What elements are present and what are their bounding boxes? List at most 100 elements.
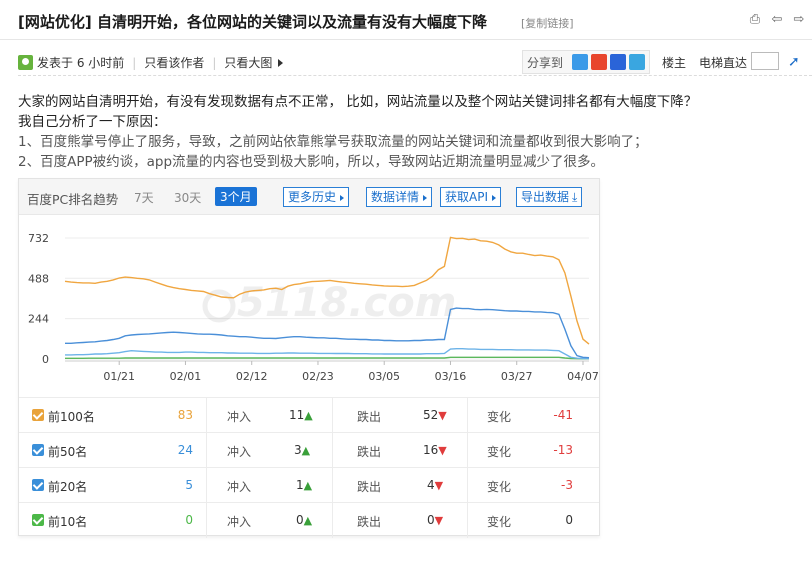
out-value: 16 bbox=[423, 443, 439, 457]
range-3m-tab[interactable]: 3个月 bbox=[215, 187, 257, 206]
y-tick-label: 488 bbox=[28, 272, 49, 285]
x-tick-label: 02/23 bbox=[302, 370, 334, 383]
data-detail-label: 数据详情 bbox=[371, 190, 420, 204]
get-api-button[interactable]: 获取API bbox=[440, 187, 501, 207]
range-30d-tab[interactable]: 30天 bbox=[174, 189, 201, 206]
share-label: 分享到 bbox=[527, 55, 564, 70]
range-7d-tab[interactable]: 7天 bbox=[134, 189, 154, 206]
series-checkbox[interactable] bbox=[32, 444, 44, 456]
in-value: 1 bbox=[296, 478, 304, 492]
export-data-label: 导出数据 bbox=[521, 190, 570, 204]
big-image-link[interactable]: 只看大图 bbox=[224, 54, 272, 71]
out-label: 跌出 bbox=[357, 445, 382, 459]
x-tick-label: 03/05 bbox=[368, 370, 400, 383]
arrow-up-icon: ▲ bbox=[301, 444, 311, 457]
post-category-tag[interactable]: [网站优化] bbox=[18, 13, 92, 31]
post-body: 大家的网站自清明开始，有没有发现数据有点不正常， 比如，网站流量以及整个网站关键… bbox=[18, 92, 798, 172]
arrow-up-icon: ▲ bbox=[303, 514, 313, 527]
x-tick-label: 02/12 bbox=[236, 370, 268, 383]
body-line: 2、百度APP被约谈，app流量的内容也受到极大影响，所以，导致网站近期流量明显… bbox=[18, 154, 605, 170]
only-author-link[interactable]: 只看该作者 bbox=[144, 54, 204, 71]
y-tick-label: 244 bbox=[28, 313, 49, 326]
in-value: 3 bbox=[294, 443, 302, 457]
stat-name: 前100名 bbox=[48, 410, 95, 424]
series-checkbox[interactable] bbox=[32, 514, 44, 526]
stat-name: 前50名 bbox=[48, 445, 88, 459]
x-tick-label: 03/27 bbox=[501, 370, 533, 383]
online-user-icon bbox=[18, 55, 33, 70]
change-value: -13 bbox=[553, 443, 573, 457]
stat-count: 83 bbox=[177, 408, 193, 422]
data-detail-button[interactable]: 数据详情 bbox=[366, 187, 433, 207]
divider: | bbox=[212, 55, 217, 70]
change-value: -41 bbox=[553, 408, 573, 422]
in-value: 11 bbox=[289, 408, 305, 422]
weibo-share-icon[interactable] bbox=[591, 54, 608, 70]
arrow-down-icon: ▼ bbox=[434, 514, 444, 527]
change-label: 变化 bbox=[487, 445, 512, 459]
tieba-share-icon[interactable] bbox=[629, 54, 646, 70]
in-label: 冲入 bbox=[227, 480, 252, 494]
change-value: -3 bbox=[561, 478, 573, 492]
download-icon: ⤓ bbox=[572, 190, 578, 204]
change-label: 变化 bbox=[487, 480, 512, 494]
stat-name: 前10名 bbox=[48, 515, 88, 529]
series-checkbox[interactable] bbox=[32, 409, 44, 421]
x-tick-label: 02/01 bbox=[170, 370, 202, 383]
change-label: 变化 bbox=[487, 515, 512, 529]
out-label: 跌出 bbox=[357, 410, 382, 424]
stat-row: 前10名 0 冲入 0▲ 跌出 0▼ 变化 0 bbox=[19, 502, 599, 538]
qzone-share-icon[interactable] bbox=[572, 54, 589, 70]
chart-title: 百度PC排名趋势 bbox=[27, 192, 119, 207]
copy-link-button[interactable]: [复制链接] bbox=[521, 15, 574, 31]
in-value: 0 bbox=[296, 513, 304, 527]
chart-header: 百度PC排名趋势 7天 30天 3个月 更多历史 数据详情 获取API 导出数据… bbox=[19, 179, 599, 215]
floor-owner-label: 楼主 bbox=[662, 56, 687, 70]
chevron-right-icon bbox=[340, 194, 345, 201]
body-line: 1、百度熊掌号停止了服务，导致，之前网站依靠熊掌号获取流量的网站关键词和流量都收… bbox=[18, 134, 648, 150]
stat-row: 前20名 5 冲入 1▲ 跌出 4▼ 变化 -3 bbox=[19, 467, 599, 503]
rank-trend-card: 百度PC排名趋势 7天 30天 3个月 更多历史 数据详情 获取API 导出数据… bbox=[18, 178, 600, 538]
stat-row: 前50名 24 冲入 3▲ 跌出 16▼ 变化 -13 bbox=[19, 432, 599, 468]
meta-left: 发表于 6 小时前 | 只看该作者 | 只看大图 bbox=[18, 54, 284, 71]
title-bar: [网站优化] 自清明开始，各位网站的关键词以及流量有没有大幅度下降 [复制链接]… bbox=[0, 0, 812, 40]
next-thread-icon[interactable]: ⇨ bbox=[792, 13, 806, 27]
y-tick-label: 0 bbox=[42, 353, 49, 366]
change-label: 变化 bbox=[487, 410, 512, 424]
y-tick-label: 732 bbox=[28, 232, 49, 245]
elevator-floor-input[interactable] bbox=[751, 52, 779, 70]
chevron-right-icon bbox=[278, 58, 284, 67]
stat-row: 前100名 83 冲入 11▲ 跌出 52▼ 变化 -41 bbox=[19, 397, 599, 433]
prev-thread-icon[interactable]: ⇦ bbox=[770, 13, 784, 27]
x-tick-label: 03/16 bbox=[435, 370, 467, 383]
arrow-down-icon: ▼ bbox=[438, 444, 447, 457]
svg-text:5118.com: 5118.com bbox=[237, 280, 456, 326]
in-label: 冲入 bbox=[227, 445, 252, 459]
print-icon[interactable]: ⎙ bbox=[748, 13, 762, 27]
x-tick-label: 01/21 bbox=[103, 370, 135, 383]
in-label: 冲入 bbox=[227, 515, 252, 529]
arrow-up-icon: ▲ bbox=[303, 479, 313, 492]
series-checkbox[interactable] bbox=[32, 479, 44, 491]
change-value: 0 bbox=[565, 513, 573, 527]
stat-count: 24 bbox=[177, 443, 193, 457]
export-data-button[interactable]: 导出数据 ⤓ bbox=[516, 187, 583, 207]
body-line: 我自己分析了一下原因： bbox=[18, 114, 167, 130]
baidu-share-icon[interactable] bbox=[610, 54, 627, 70]
meta-bar: 发表于 6 小时前 | 只看该作者 | 只看大图 分享到 楼主 电梯直达 ➚ bbox=[18, 50, 812, 76]
out-value: 52 bbox=[423, 408, 439, 422]
elevator-go-icon[interactable]: ➚ bbox=[788, 54, 800, 70]
elevator-label: 电梯直达 bbox=[699, 56, 748, 70]
title-icons: ⎙ ⇦ ⇨ bbox=[748, 13, 806, 27]
out-value: 0 bbox=[427, 513, 435, 527]
x-tick-label: 04/07 bbox=[567, 370, 599, 383]
more-history-button[interactable]: 更多历史 bbox=[283, 187, 350, 207]
in-label: 冲入 bbox=[227, 410, 252, 424]
divider: | bbox=[132, 55, 137, 70]
arrow-down-icon: ▼ bbox=[434, 479, 444, 492]
more-history-label: 更多历史 bbox=[288, 190, 337, 204]
out-value: 4 bbox=[427, 478, 435, 492]
post-title-text: 自清明开始，各位网站的关键词以及流量有没有大幅度下降 bbox=[96, 13, 487, 31]
get-api-label: 获取API bbox=[445, 190, 488, 204]
rank-stats-table: 前100名 83 冲入 11▲ 跌出 52▼ 变化 -41 前50名 24 冲入… bbox=[19, 397, 599, 538]
